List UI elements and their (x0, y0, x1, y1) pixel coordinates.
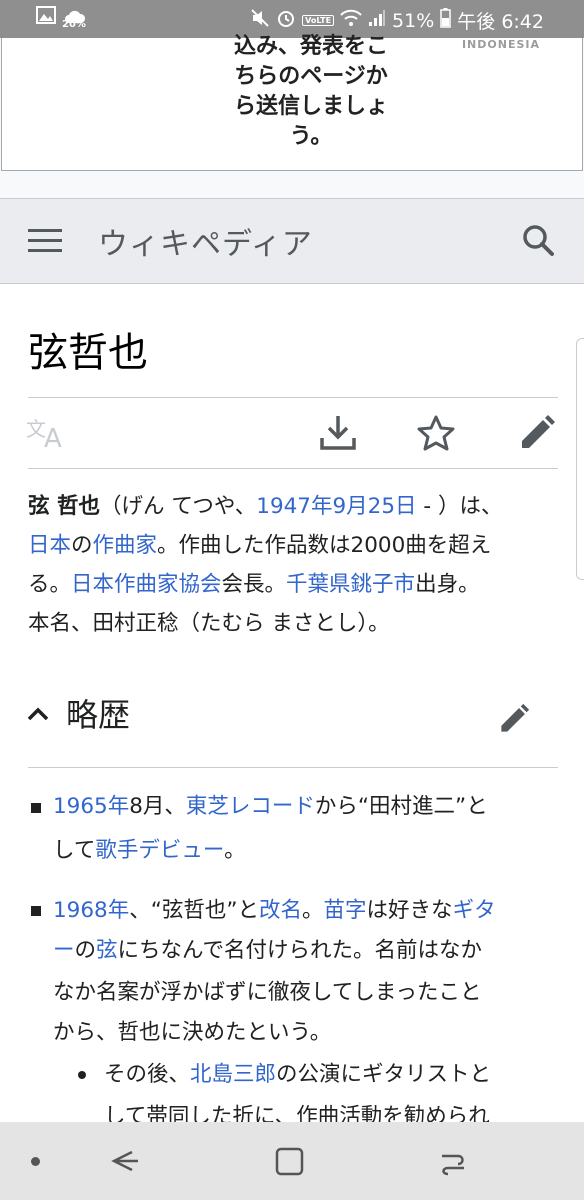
text: にちなんで名付けられた。名前はなか (117, 938, 482, 963)
signal-icon (368, 9, 386, 32)
text: の (71, 533, 93, 558)
list-item-line: から、哲也に決めたという。 (53, 1020, 332, 1045)
home-icon[interactable] (274, 1146, 306, 1182)
text: の公演にギタリストと (276, 1062, 492, 1087)
svg-text:文: 文 (26, 417, 46, 441)
link-composer[interactable]: 作曲家 (93, 533, 158, 558)
link-1968[interactable]: 1968年 (53, 898, 129, 923)
section-edit-icon[interactable] (498, 703, 530, 739)
cloud-notification-icon: 20% (62, 7, 86, 30)
battery-percent: 51% (392, 9, 435, 32)
link-toshiba-records[interactable]: 東芝レコード (186, 794, 315, 819)
subject-name: 弦 哲也 (28, 494, 100, 519)
bullet-marker (31, 803, 41, 813)
text: 、“弦哲也”と (129, 898, 259, 923)
divider (28, 767, 558, 768)
search-icon[interactable] (520, 222, 556, 262)
link-1965[interactable]: 1965年 (53, 794, 129, 819)
menu-icon[interactable] (28, 229, 62, 253)
ad-line: 込み、発表をこ (233, 34, 388, 59)
divider (28, 468, 558, 469)
dot-icon[interactable] (31, 1157, 40, 1166)
sub-list-item-line: その後、北島三郎の公演にギタリストと (104, 1056, 491, 1094)
alarm-icon (276, 8, 296, 33)
lead-line: 本名、田村正稔（たむら まさとし）。 (28, 611, 390, 636)
ad-line: ちらのページか (234, 64, 388, 89)
site-title[interactable]: ウィキペディア (98, 219, 313, 263)
text: 。 (302, 898, 324, 923)
wifi-icon (340, 9, 362, 32)
lead-line: 弦 哲也（げん てつや、1947年9月25日 - ）は、 (28, 487, 568, 526)
ad-banner[interactable]: 込み、発表をこ ちらのページか ら送信しましょ う。 INDONESIA (0, 34, 584, 198)
download-icon[interactable] (318, 412, 358, 456)
text: その後、 (104, 1062, 191, 1087)
link-kitajima-saburo[interactable]: 北島三郎 (190, 1062, 276, 1087)
small-percent: 20% (62, 18, 86, 30)
clock: 午後 6:42 (457, 11, 544, 33)
text: - ）は、 (416, 494, 503, 519)
link-japan[interactable]: 日本 (28, 533, 71, 558)
text: 。 (224, 838, 246, 863)
link-composers-association[interactable]: 日本作曲家協会 (71, 572, 222, 597)
text: は好きな (366, 898, 453, 923)
battery-icon (440, 8, 452, 33)
link-guitar[interactable]: ギタ (453, 898, 496, 923)
list-item-line: 1968年、“弦哲也”と改名。苗字は好きなギタ (53, 892, 496, 930)
link-string[interactable]: 弦 (96, 938, 118, 963)
ad-brand: INDONESIA (461, 38, 540, 51)
link-singer-debut[interactable]: 歌手デビュー (95, 838, 224, 863)
scroll-handle[interactable] (576, 338, 584, 580)
link-surname[interactable]: 苗字 (324, 898, 367, 923)
lead-line: 日本の作曲家。作曲した作品数は2000曲を超え (28, 526, 568, 565)
list-item-line: して歌手デビュー。 (53, 832, 246, 870)
sub-bullet-marker (78, 1071, 86, 1079)
link-rename[interactable]: 改名 (259, 898, 302, 923)
bullet-marker (31, 906, 41, 916)
page-title: 弦哲也 (28, 330, 148, 376)
section-title: 略歴 (66, 696, 131, 734)
image-notification-icon (36, 6, 56, 29)
back-icon[interactable] (108, 1144, 142, 1182)
text: して (53, 838, 96, 863)
list-item-line: 1965年8月、東芝レコードから“田村進二”と (53, 788, 488, 826)
chevron-up-icon[interactable] (26, 706, 50, 726)
text: の (74, 938, 97, 963)
text: る。 (28, 572, 72, 597)
ad-line: ら送信しましょ (233, 94, 388, 119)
volte-badge: VoLTE (302, 15, 335, 26)
recents-icon[interactable] (436, 1144, 470, 1182)
lead-paragraph: 弦 哲也（げん てつや、1947年9月25日 - ）は、 日本の作曲家。作曲した… (28, 487, 568, 643)
star-icon[interactable] (416, 414, 456, 456)
ad-text: 込み、発表をこ ちらのページか ら送信しましょ う。 (206, 32, 416, 152)
text: から“田村進二”と (314, 794, 488, 819)
ad-box[interactable]: 込み、発表をこ ちらのページか ら送信しましょ う。 INDONESIA (1, 34, 583, 171)
mute-icon (250, 8, 270, 33)
divider (28, 397, 558, 398)
link-birthdate[interactable]: 1947年9月25日 (256, 494, 416, 519)
navigation-bar (0, 1122, 584, 1200)
list-item-line: なか名案が浮かばずに徹夜してしまったこと (53, 980, 482, 1005)
link-choshi[interactable]: 千葉県銚子市 (286, 572, 415, 597)
lead-line: る。日本作曲家協会会長。千葉県銚子市出身。 (28, 565, 568, 604)
ad-line: う。 (289, 124, 333, 149)
text: （げん てつや、 (100, 494, 257, 519)
text: 出身。 (415, 572, 480, 597)
edit-icon[interactable] (518, 414, 556, 456)
list-item-line: ーの弦にちなんで名付けられた。名前はなか (53, 932, 482, 970)
link-guitar[interactable]: ー (53, 938, 75, 963)
site-header: ウィキペディア (0, 198, 584, 284)
text: 8月、 (129, 794, 186, 819)
language-icon[interactable]: 文 A (26, 414, 70, 454)
text: 会長。 (221, 572, 287, 597)
text: 。作曲した作品数は2000曲を超え (157, 533, 492, 558)
svg-text:A: A (44, 424, 62, 450)
